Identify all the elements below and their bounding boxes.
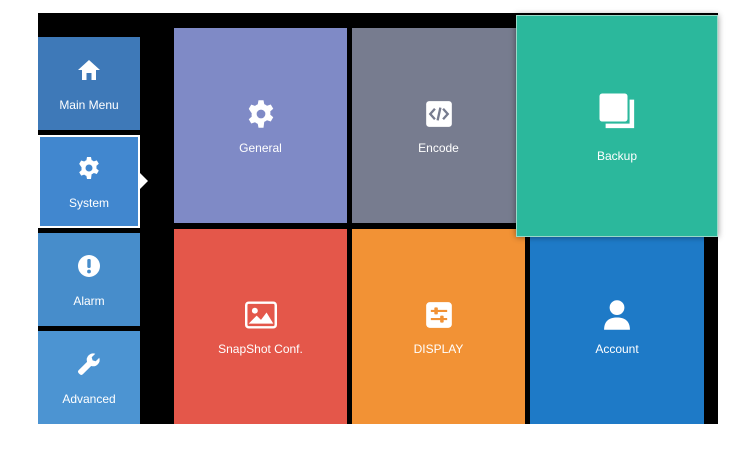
- code-icon: [422, 97, 456, 131]
- tile-encode[interactable]: Encode: [352, 28, 525, 223]
- tile-label: Account: [595, 341, 639, 356]
- system-menu-screen: Main Menu System Alarm Advanced General …: [38, 13, 718, 424]
- tile-label: DISPLAY: [413, 341, 464, 356]
- tile-label: Encode: [418, 140, 459, 155]
- tile-display[interactable]: DISPLAY: [352, 229, 525, 424]
- sidebar-item-main-menu[interactable]: Main Menu: [38, 37, 140, 130]
- sidebar-item-system[interactable]: System: [38, 135, 140, 228]
- sidebar-item-advanced[interactable]: Advanced: [38, 331, 140, 424]
- selection-arrow-icon: [140, 173, 148, 189]
- sidebar-item-label: Advanced: [62, 391, 116, 406]
- user-icon: [600, 298, 634, 332]
- gear-icon: [244, 97, 278, 131]
- image-icon: [244, 298, 278, 332]
- tile-backup[interactable]: Backup: [516, 15, 718, 237]
- tile-snapshot-conf[interactable]: SnapShot Conf.: [174, 229, 347, 424]
- tile-label: General: [239, 140, 282, 155]
- home-icon: [75, 56, 103, 84]
- wrench-icon: [75, 350, 103, 378]
- alert-icon: [75, 252, 103, 280]
- tile-label: Backup: [596, 149, 638, 163]
- tile-account[interactable]: Account: [530, 229, 704, 424]
- sidebar-item-label: Alarm: [73, 293, 105, 308]
- tile-general[interactable]: General: [174, 28, 347, 223]
- sliders-icon: [422, 298, 456, 332]
- sidebar-item-label: System: [68, 195, 109, 210]
- sidebar-item-label: Main Menu: [59, 97, 119, 112]
- sidebar-item-alarm[interactable]: Alarm: [38, 233, 140, 326]
- copy-icon: [595, 89, 639, 133]
- gear-icon: [75, 154, 103, 182]
- tile-label: SnapShot Conf.: [218, 341, 303, 356]
